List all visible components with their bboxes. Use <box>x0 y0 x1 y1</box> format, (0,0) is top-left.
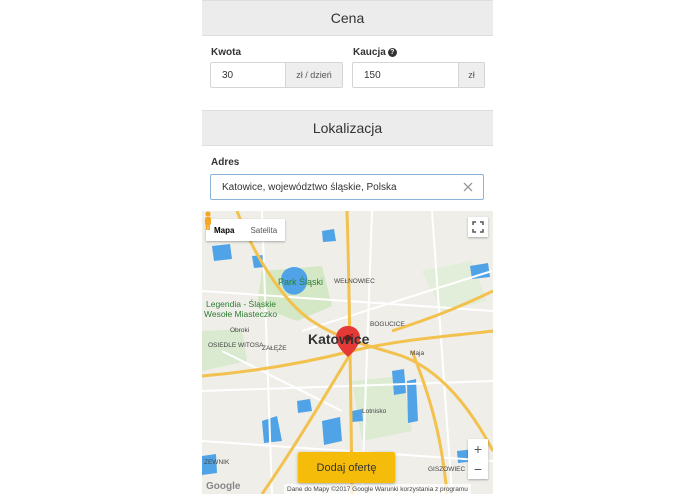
add-offer-button[interactable]: Dodaj ofertę <box>298 452 395 483</box>
amount-label: Kwota <box>211 47 241 58</box>
map-label-osiedle: OSIEDLE WITOSA <box>208 342 264 349</box>
map-label-city: Katowice <box>308 331 370 347</box>
deposit-label: Kaucja? <box>353 47 397 58</box>
map-label-lotnisko: Lotnisko <box>362 408 387 415</box>
map-label-bogucice: BOGUCICE <box>370 321 405 328</box>
offer-form-panel: Cena Kwota 30 zł / dzień Kaucja? 150 zł … <box>202 0 493 494</box>
price-section-title: Cena <box>330 10 365 26</box>
price-section-header: Cena <box>202 0 493 36</box>
zoom-control: + − <box>468 439 488 479</box>
amount-input-group[interactable]: 30 zł / dzień <box>210 62 343 88</box>
deposit-label-text: Kaucja <box>353 47 386 58</box>
map-label-legendia: Legendia - Śląskie <box>206 299 276 309</box>
address-label: Adres <box>211 157 240 168</box>
map-attribution[interactable]: Dane do Mapy ©2017 Google Warunki korzys… <box>284 484 471 494</box>
street-view-pegman-icon[interactable] <box>202 211 214 231</box>
location-section-header: Lokalizacja <box>202 110 493 146</box>
zoom-out-button[interactable]: − <box>468 459 488 479</box>
fullscreen-button[interactable] <box>468 217 488 237</box>
map-label-zaleze: ZAŁĘŻE <box>262 345 287 352</box>
deposit-input[interactable]: 150 <box>353 63 458 87</box>
close-icon[interactable] <box>462 181 474 193</box>
amount-unit-addon: zł / dzień <box>285 63 342 87</box>
map-label-legendia2: Wesołe Miasteczko <box>204 309 278 319</box>
deposit-input-group[interactable]: 150 zł <box>352 62 485 88</box>
map-label-giszowiec: GISZOWIEC <box>428 466 466 473</box>
fullscreen-icon <box>472 221 484 233</box>
map-label-park: Park Śląski <box>278 277 324 287</box>
map-type-control: Mapa Satelita <box>206 219 286 241</box>
address-input-value: Katowice, województwo śląskie, Polska <box>222 181 397 193</box>
zoom-in-button[interactable]: + <box>468 439 488 459</box>
address-input[interactable]: Katowice, województwo śląskie, Polska <box>210 174 484 200</box>
deposit-unit-addon: zł <box>458 63 484 87</box>
amount-input[interactable]: 30 <box>211 63 285 87</box>
google-logo: Google <box>206 481 241 492</box>
map-label-obroki: Obroki <box>230 327 250 334</box>
map-type-satellite-button[interactable]: Satelita <box>242 219 285 241</box>
location-section-title: Lokalizacja <box>312 120 383 136</box>
map-label-maja: Maja <box>410 350 425 357</box>
map-label-welnowiec: WEŁNOWIEC <box>334 278 375 285</box>
question-circle-icon[interactable]: ? <box>387 47 397 57</box>
map-label-zenwik: ZEWNIK <box>204 459 230 466</box>
location-map[interactable]: Katowice Park Śląski Legendia - Śląskie … <box>202 211 493 494</box>
